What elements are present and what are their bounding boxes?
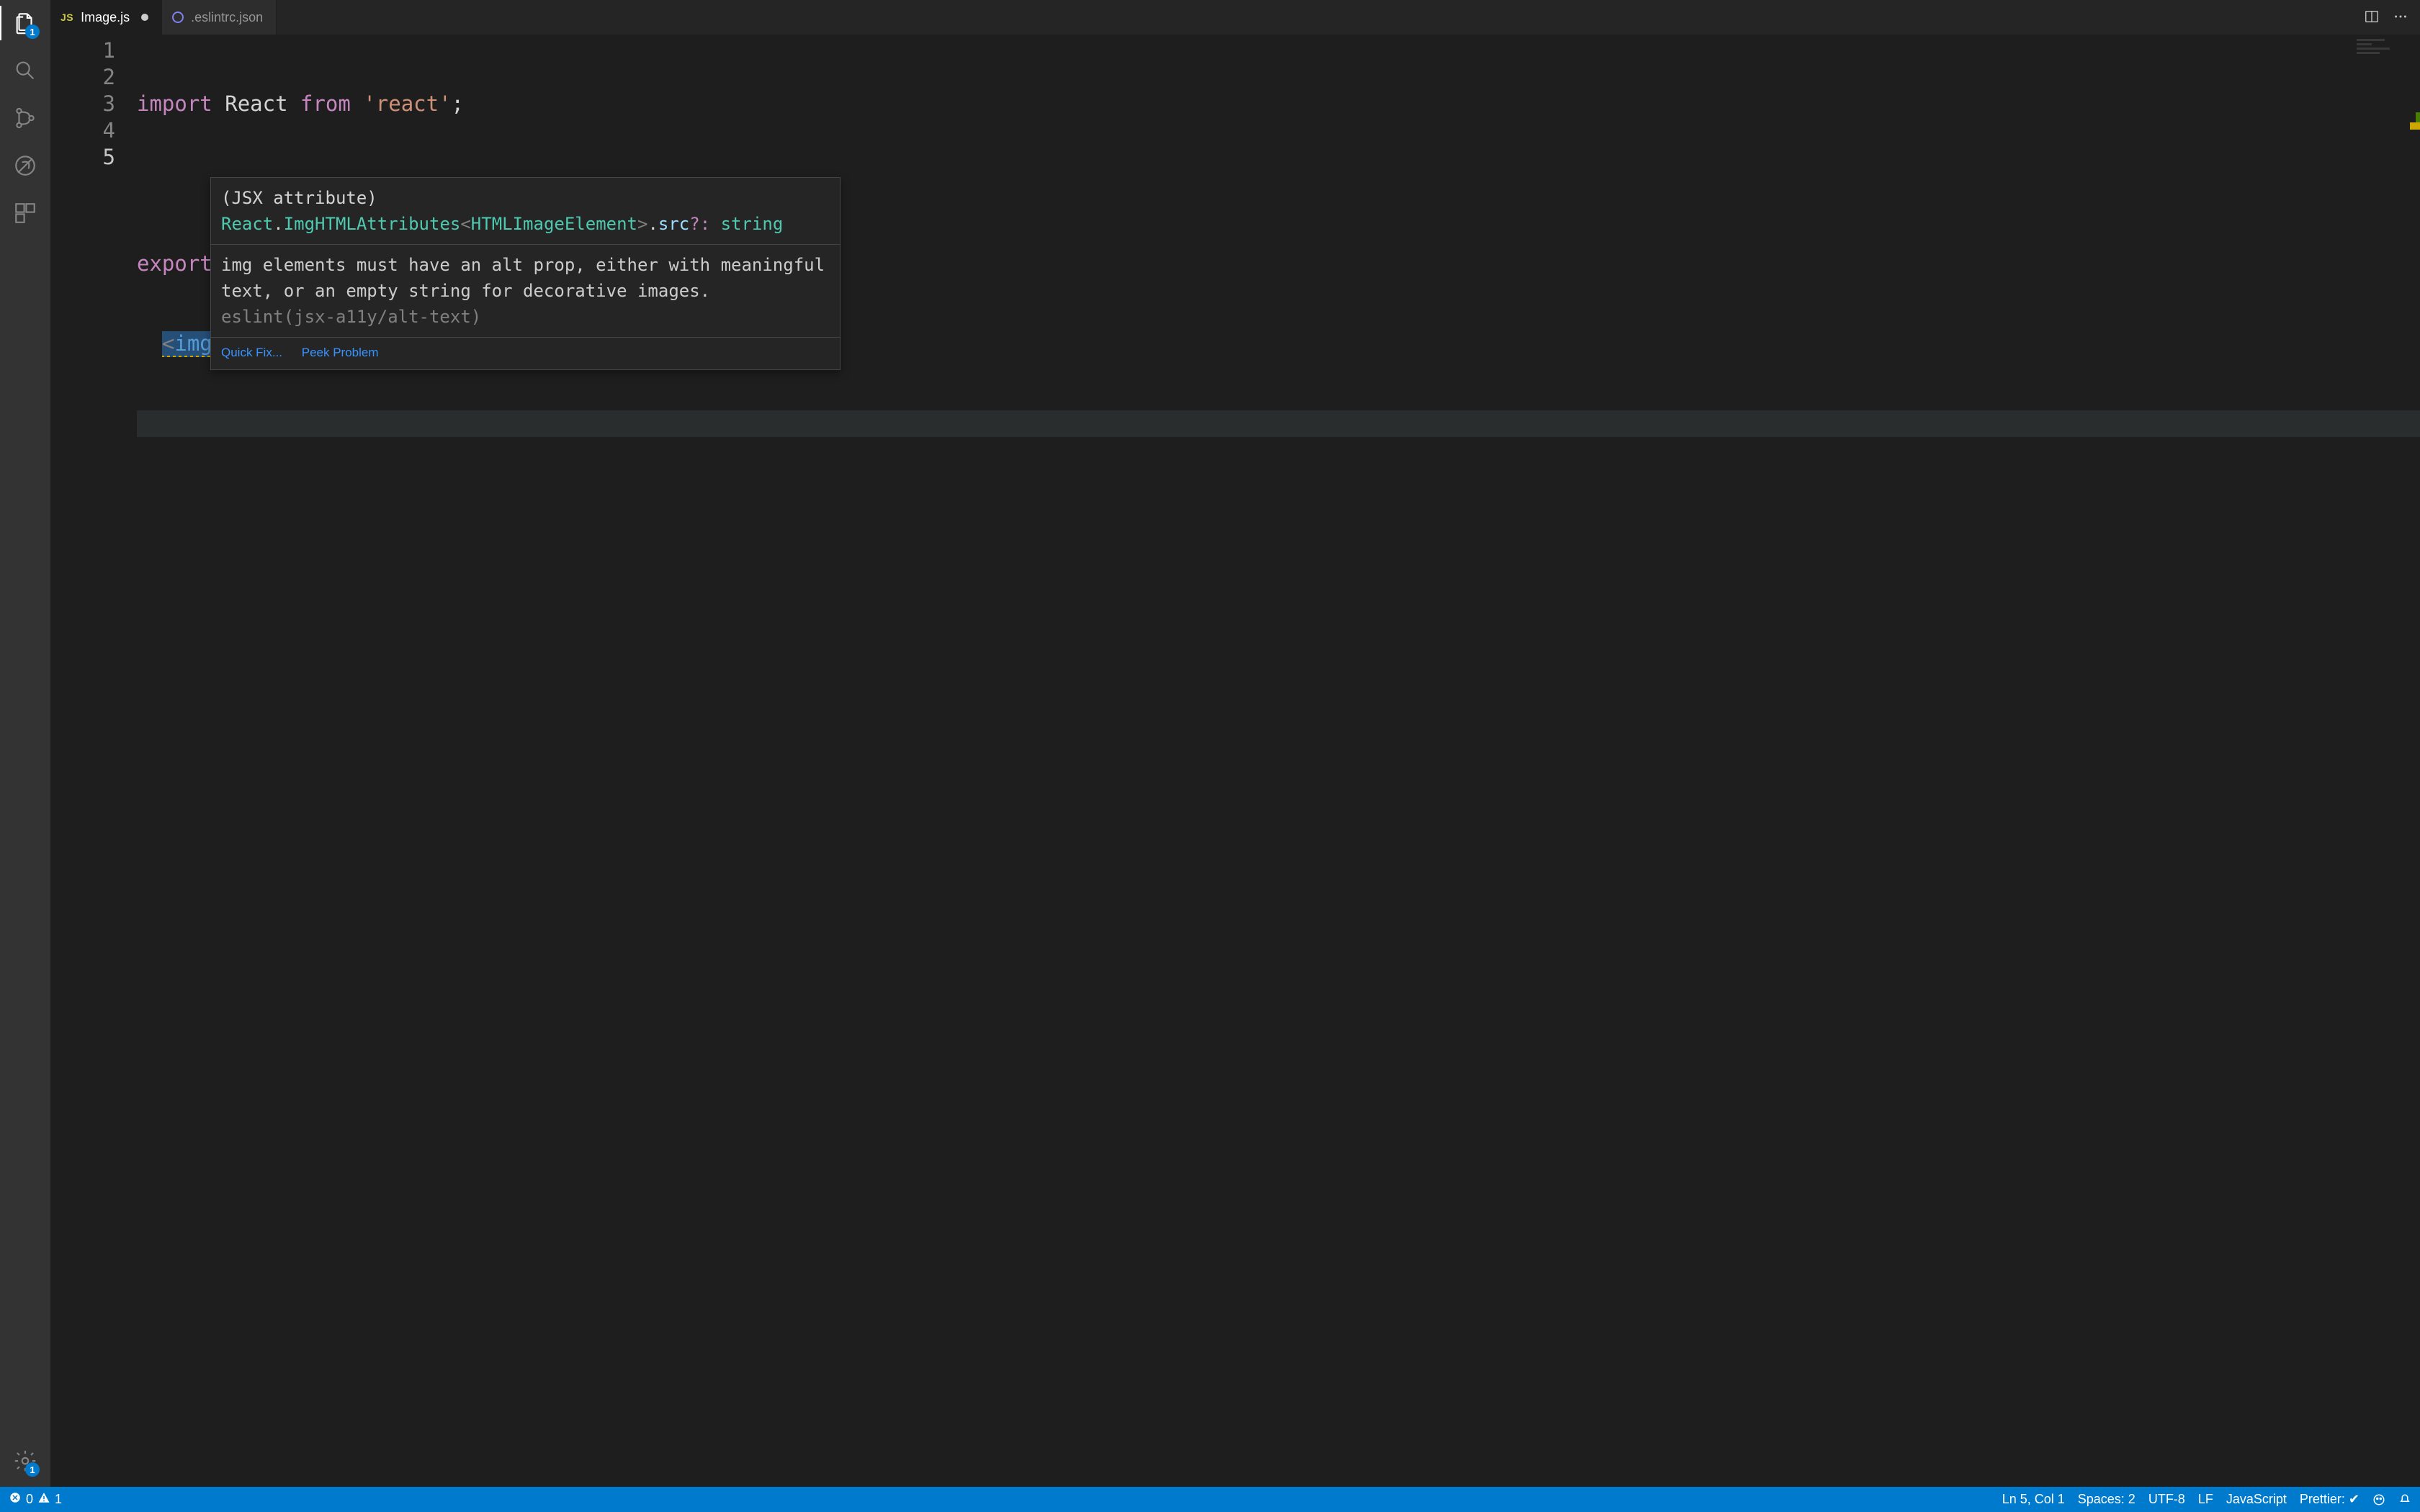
status-indentation[interactable]: Spaces: 2 <box>2078 1492 2136 1507</box>
activity-debug[interactable] <box>8 148 42 183</box>
search-icon <box>13 58 37 83</box>
status-problems[interactable]: 0 1 <box>9 1491 62 1508</box>
explorer-badge: 1 <box>25 24 40 39</box>
editor-body[interactable]: 1 2 3 4 5 import React from 'react'; exp… <box>50 35 2420 1487</box>
split-editor-icon <box>2364 9 2380 24</box>
tab-image-js[interactable]: JS Image.js <box>50 0 162 35</box>
activity-bar: 1 1 <box>0 0 50 1487</box>
source-control-icon <box>13 106 37 130</box>
hover-popup: (JSX attribute) React.ImgHTMLAttributes<… <box>210 177 841 370</box>
activity-extensions[interactable] <box>8 196 42 230</box>
quick-fix-button[interactable]: Quick Fix... <box>221 346 282 359</box>
status-eol[interactable]: LF <box>2198 1492 2213 1507</box>
more-actions-button[interactable] <box>2393 9 2408 27</box>
hover-signature: (JSX attribute) React.ImgHTMLAttributes<… <box>211 178 840 245</box>
warning-count: 1 <box>55 1492 62 1507</box>
split-editor-button[interactable] <box>2364 9 2380 27</box>
eslint-file-icon <box>172 12 184 23</box>
debug-disabled-icon <box>13 153 37 178</box>
line-number: 4 <box>50 117 115 144</box>
status-language-mode[interactable]: JavaScript <box>2226 1492 2287 1507</box>
tab-eslintrc[interactable]: .eslintrc.json <box>162 0 277 35</box>
line-number: 2 <box>50 64 115 91</box>
error-icon <box>9 1491 22 1508</box>
status-feedback[interactable] <box>2372 1493 2385 1506</box>
tab-bar: JS Image.js .eslintrc.json <box>50 0 2420 35</box>
smiley-icon <box>2372 1493 2385 1506</box>
editor-column: JS Image.js .eslintrc.json 1 <box>50 0 2420 1487</box>
status-notifications[interactable] <box>2398 1493 2411 1506</box>
dirty-indicator-icon <box>141 14 148 21</box>
line-number: 3 <box>50 91 115 117</box>
tab-label: .eslintrc.json <box>191 10 263 25</box>
status-bar: 0 1 Ln 5, Col 1 Spaces: 2 UTF-8 LF JavaS… <box>0 1487 2420 1512</box>
peek-problem-button[interactable]: Peek Problem <box>302 346 379 359</box>
ellipsis-icon <box>2393 9 2408 24</box>
bell-icon <box>2398 1493 2411 1506</box>
line-number-gutter: 1 2 3 4 5 <box>50 35 137 1487</box>
error-count: 0 <box>26 1492 33 1507</box>
minimap[interactable] <box>2357 37 2407 66</box>
hover-actions: Quick Fix... Peek Problem <box>211 338 840 369</box>
activity-explorer[interactable]: 1 <box>8 6 42 40</box>
status-prettier[interactable]: Prettier: ✔ <box>2300 1492 2360 1507</box>
code-line: import React from 'react'; <box>137 91 2420 117</box>
status-cursor-position[interactable]: Ln 5, Col 1 <box>2002 1492 2065 1507</box>
settings-badge: 1 <box>25 1462 40 1477</box>
line-number: 5 <box>50 144 115 171</box>
tab-label: Image.js <box>81 10 130 25</box>
warning-icon <box>37 1491 50 1508</box>
activity-search[interactable] <box>8 53 42 88</box>
code-line <box>137 410 2420 437</box>
extensions-icon <box>13 201 37 225</box>
line-number: 1 <box>50 37 115 64</box>
js-file-icon: JS <box>60 12 73 23</box>
activity-settings[interactable]: 1 <box>8 1444 42 1478</box>
hover-diagnostic: img elements must have an alt prop, eith… <box>211 245 840 338</box>
activity-source-control[interactable] <box>8 101 42 135</box>
status-encoding[interactable]: UTF-8 <box>2148 1492 2185 1507</box>
overview-ruler[interactable] <box>2407 35 2420 1487</box>
